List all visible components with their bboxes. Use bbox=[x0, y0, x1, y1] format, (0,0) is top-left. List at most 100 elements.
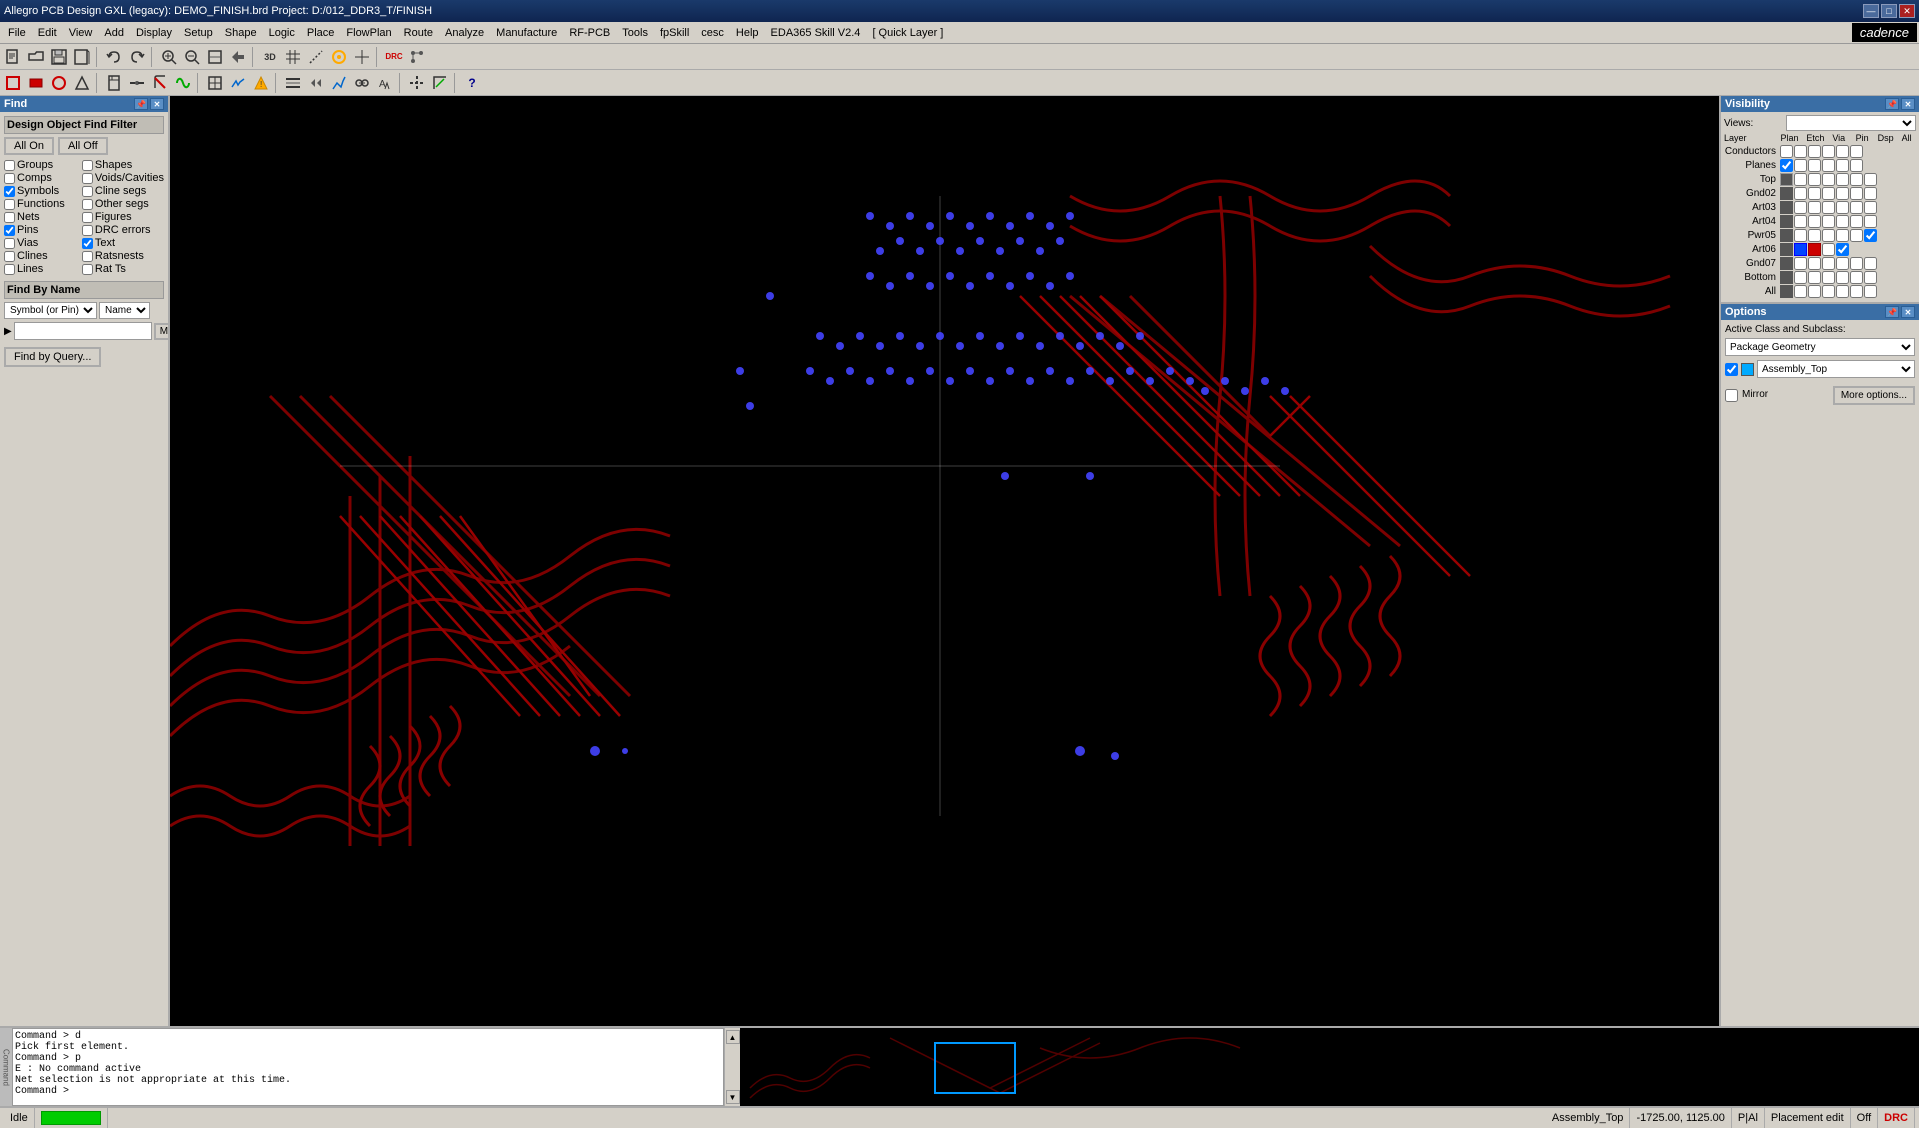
tb2-15[interactable] bbox=[351, 72, 373, 94]
vis-art04-dsp[interactable] bbox=[1850, 215, 1863, 228]
tb-save[interactable] bbox=[48, 46, 70, 68]
menu-file[interactable]: File bbox=[2, 25, 32, 41]
vis-pwr05-etch[interactable] bbox=[1808, 229, 1821, 242]
vis-bottom-plan[interactable] bbox=[1794, 271, 1807, 284]
menu-shape[interactable]: Shape bbox=[219, 25, 263, 41]
vis-close-button[interactable]: ✕ bbox=[1901, 98, 1915, 110]
tb-zoom-out[interactable] bbox=[181, 46, 203, 68]
find-pin-button[interactable]: 📌 bbox=[134, 98, 148, 110]
tb2-17[interactable] bbox=[406, 72, 428, 94]
vis-gnd07-via[interactable] bbox=[1822, 257, 1835, 270]
tb-zoom-prev[interactable] bbox=[227, 46, 249, 68]
menu-eda365[interactable]: EDA365 Skill V2.4 bbox=[765, 25, 867, 41]
vis-gnd07-etch[interactable] bbox=[1808, 257, 1821, 270]
tb-grid[interactable] bbox=[282, 46, 304, 68]
vis-planes-via[interactable] bbox=[1808, 159, 1821, 172]
vis-art03-via[interactable] bbox=[1822, 201, 1835, 214]
vis-gnd07-pin[interactable] bbox=[1836, 257, 1849, 270]
menu-analyze[interactable]: Analyze bbox=[439, 25, 490, 41]
tb-zoom-fit[interactable] bbox=[204, 46, 226, 68]
menu-add[interactable]: Add bbox=[98, 25, 130, 41]
find-query-button[interactable]: Find by Query... bbox=[4, 347, 101, 367]
vis-gnd02-all[interactable] bbox=[1864, 187, 1877, 200]
close-button[interactable]: ✕ bbox=[1899, 4, 1915, 18]
tb2-1[interactable] bbox=[2, 72, 24, 94]
vis-top-plan[interactable] bbox=[1794, 173, 1807, 186]
vis-art04-all[interactable] bbox=[1864, 215, 1877, 228]
menu-setup[interactable]: Setup bbox=[178, 25, 219, 41]
tb-drc[interactable]: DRC bbox=[383, 46, 405, 68]
vis-gnd02-dsp[interactable] bbox=[1850, 187, 1863, 200]
opt-close-button[interactable]: ✕ bbox=[1901, 306, 1915, 318]
vis-gnd07-dsp[interactable] bbox=[1850, 257, 1863, 270]
vis-top-all[interactable] bbox=[1864, 173, 1877, 186]
vis-views-dropdown[interactable] bbox=[1786, 115, 1916, 131]
vis-pwr05-plan[interactable] bbox=[1794, 229, 1807, 242]
vis-all-all[interactable] bbox=[1864, 285, 1877, 298]
all-off-button[interactable]: All Off bbox=[58, 137, 108, 155]
vis-pin-button[interactable]: 📌 bbox=[1885, 98, 1899, 110]
tb-open[interactable] bbox=[25, 46, 47, 68]
vis-art03-plan[interactable] bbox=[1794, 201, 1807, 214]
vis-planes-plan[interactable] bbox=[1780, 159, 1793, 172]
vis-planes-dsp[interactable] bbox=[1836, 159, 1849, 172]
vis-gnd07-all[interactable] bbox=[1864, 257, 1877, 270]
symbol-select[interactable]: Symbol (or Pin) bbox=[4, 302, 97, 319]
vis-art06-plan[interactable] bbox=[1822, 243, 1835, 256]
menu-manufacture[interactable]: Manufacture bbox=[490, 25, 563, 41]
tb-highlight[interactable] bbox=[328, 46, 350, 68]
tb2-4[interactable] bbox=[71, 72, 93, 94]
vis-all-via[interactable] bbox=[1822, 285, 1835, 298]
vis-art04-plan[interactable] bbox=[1794, 215, 1807, 228]
vis-bottom-pin[interactable] bbox=[1836, 271, 1849, 284]
subclass-dropdown[interactable]: Assembly_Top bbox=[1757, 360, 1915, 378]
name-select[interactable]: Name bbox=[99, 302, 150, 319]
menu-edit[interactable]: Edit bbox=[32, 25, 63, 41]
vis-art03-etch[interactable] bbox=[1808, 201, 1821, 214]
menu-tools[interactable]: Tools bbox=[616, 25, 654, 41]
vis-art04-pin[interactable] bbox=[1836, 215, 1849, 228]
tb-redo[interactable] bbox=[126, 46, 148, 68]
find-close-button[interactable]: ✕ bbox=[150, 98, 164, 110]
vis-pwr05-via[interactable] bbox=[1822, 229, 1835, 242]
vis-art04-etch[interactable] bbox=[1808, 215, 1821, 228]
all-on-button[interactable]: All On bbox=[4, 137, 54, 155]
vis-cond-all[interactable] bbox=[1850, 145, 1863, 158]
maximize-button[interactable]: □ bbox=[1881, 4, 1897, 18]
vis-bottom-dsp[interactable] bbox=[1850, 271, 1863, 284]
menu-fpskill[interactable]: fpSkill bbox=[654, 25, 695, 41]
tb2-help[interactable]: ? bbox=[461, 72, 483, 94]
find-name-input[interactable] bbox=[14, 322, 152, 340]
tb2-7[interactable] bbox=[149, 72, 171, 94]
vis-bottom-etch[interactable] bbox=[1808, 271, 1821, 284]
vis-pwr05-dsp[interactable] bbox=[1850, 229, 1863, 242]
tb2-11[interactable]: ! bbox=[250, 72, 272, 94]
vis-gnd07-plan[interactable] bbox=[1794, 257, 1807, 270]
vis-art03-all[interactable] bbox=[1864, 201, 1877, 214]
cmd-scroll-down[interactable]: ▼ bbox=[726, 1090, 740, 1104]
tb2-9[interactable] bbox=[204, 72, 226, 94]
tb2-12[interactable] bbox=[282, 72, 304, 94]
vis-all-etch[interactable] bbox=[1808, 285, 1821, 298]
vis-planes-etch[interactable] bbox=[1794, 159, 1807, 172]
tb2-18[interactable] bbox=[429, 72, 451, 94]
tb2-2[interactable] bbox=[25, 72, 47, 94]
vis-pwr05-all[interactable] bbox=[1864, 229, 1877, 242]
tb-new[interactable] bbox=[2, 46, 24, 68]
tb-3d[interactable]: 3D bbox=[259, 46, 281, 68]
vis-top-dsp[interactable] bbox=[1850, 173, 1863, 186]
tb2-8[interactable] bbox=[172, 72, 194, 94]
menu-help[interactable]: Help bbox=[730, 25, 765, 41]
menu-route[interactable]: Route bbox=[398, 25, 439, 41]
tb-save-as[interactable] bbox=[71, 46, 93, 68]
tb-netlist[interactable] bbox=[406, 46, 428, 68]
vis-top-etch[interactable] bbox=[1808, 173, 1821, 186]
vis-all-pin[interactable] bbox=[1836, 285, 1849, 298]
vis-art04-via[interactable] bbox=[1822, 215, 1835, 228]
tb2-5[interactable] bbox=[103, 72, 125, 94]
menu-quicklayer[interactable]: [ Quick Layer ] bbox=[866, 25, 949, 41]
vis-cond-plan[interactable] bbox=[1780, 145, 1793, 158]
subclass-check[interactable] bbox=[1725, 363, 1738, 376]
vis-top-via[interactable] bbox=[1822, 173, 1835, 186]
tb2-16[interactable]: A bbox=[374, 72, 396, 94]
